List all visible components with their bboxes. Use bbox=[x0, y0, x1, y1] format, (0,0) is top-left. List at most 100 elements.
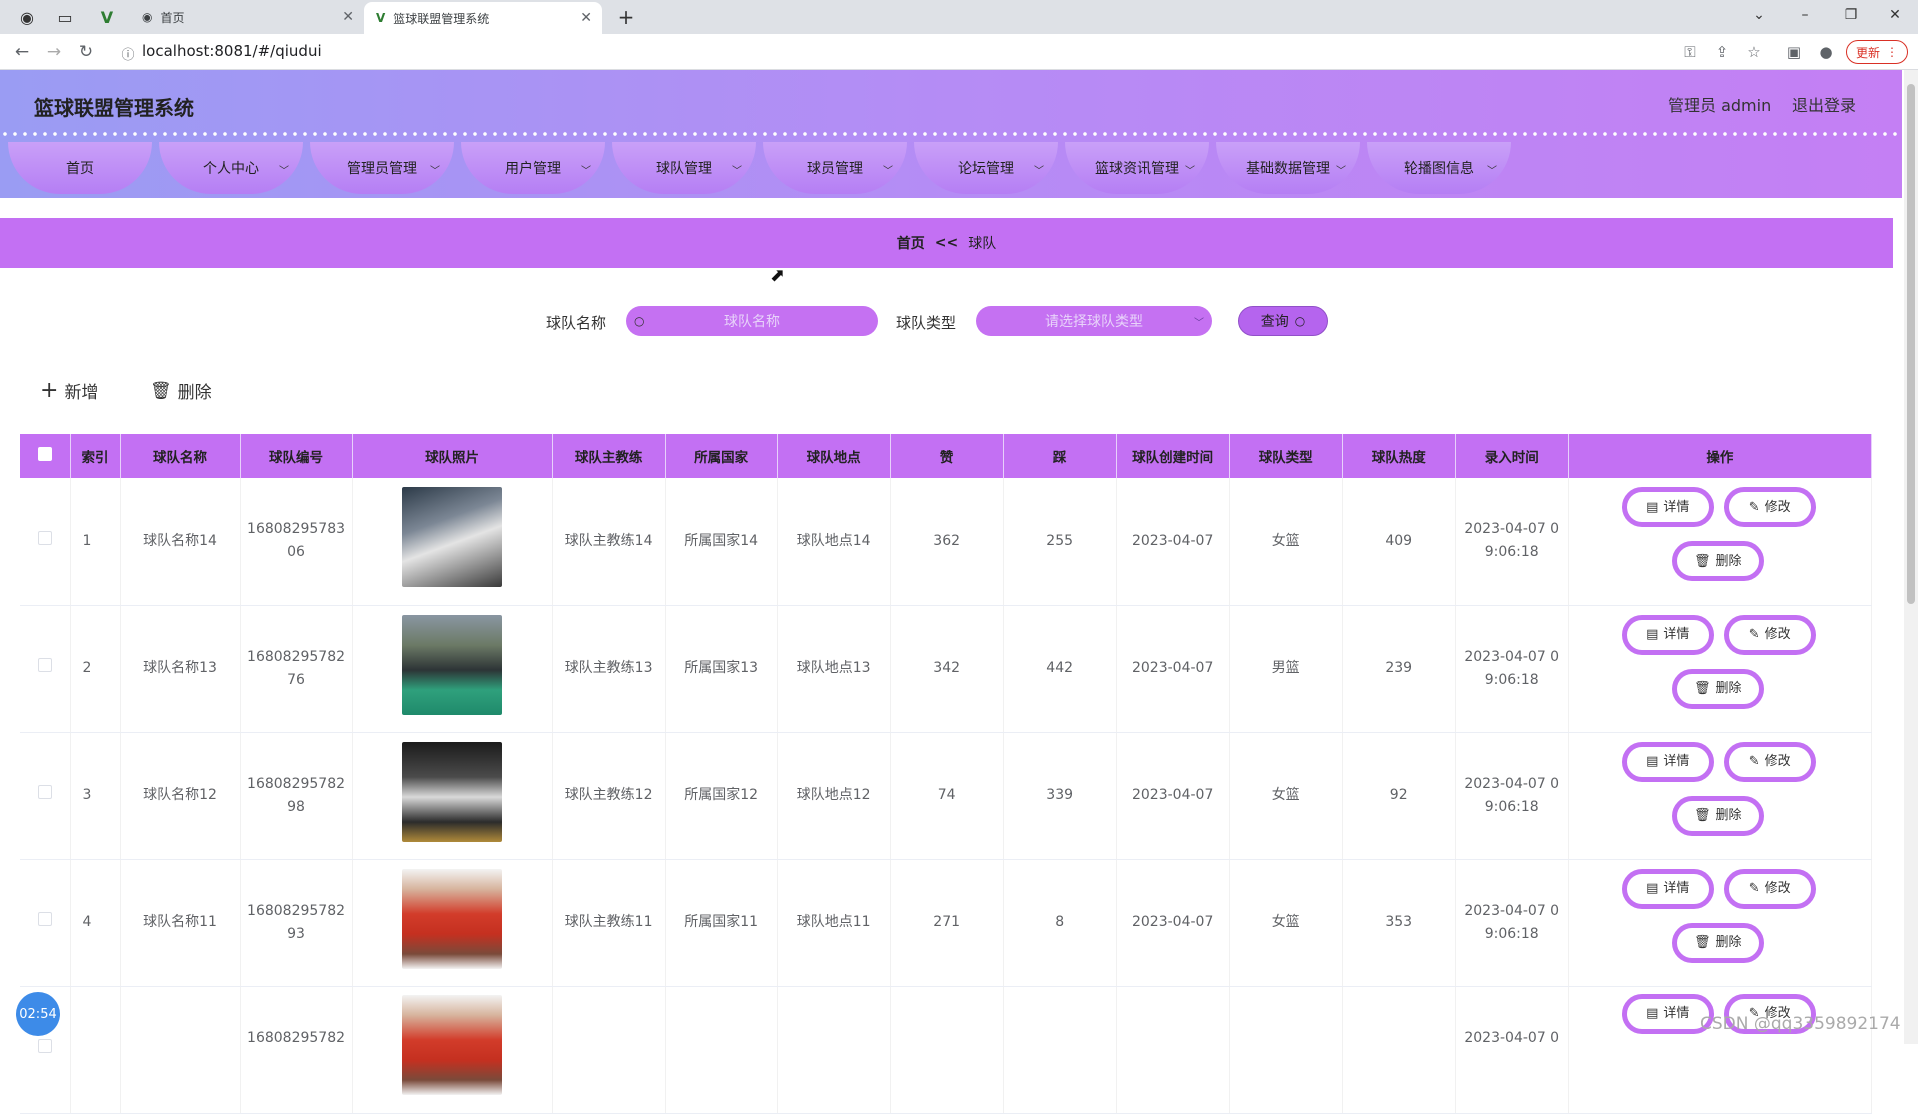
page-scrollbar[interactable] bbox=[1904, 70, 1918, 1044]
menu-item-carousel[interactable]: 轮播图信息 ﹀ bbox=[1367, 142, 1511, 194]
logout-link[interactable]: 退出登录 bbox=[1792, 92, 1856, 116]
likes-cell: 342 bbox=[890, 605, 1004, 733]
row-checkbox[interactable] bbox=[37, 658, 52, 672]
close-icon[interactable]: ✕ bbox=[342, 9, 354, 25]
menu-item-basedata[interactable]: 基础数据管理 ﹀ bbox=[1216, 142, 1360, 194]
place-cell: 球队地点13 bbox=[777, 605, 891, 733]
query-button[interactable]: 查询 ○ bbox=[1238, 306, 1328, 336]
share-icon[interactable]: ⇪ bbox=[1712, 42, 1732, 62]
info-icon[interactable]: ⓘ bbox=[118, 43, 138, 63]
update-button[interactable]: 更新 ⋮ bbox=[1846, 40, 1908, 64]
ops-cell: ▤ 详情 ✎ 修改 🗑 删除 bbox=[1568, 605, 1873, 733]
minimize-button[interactable]: – bbox=[1782, 0, 1828, 30]
code-cell: 16808295782 76 bbox=[240, 605, 353, 733]
menu-item-home[interactable]: 首页 bbox=[8, 142, 152, 194]
new-tab-button[interactable]: + bbox=[612, 0, 640, 34]
menu-item-news[interactable]: 篮球资讯管理 ﹀ bbox=[1065, 142, 1209, 194]
photo-cell bbox=[352, 859, 553, 987]
select-all-cell[interactable] bbox=[20, 434, 71, 478]
detail-button[interactable]: ▤ 详情 bbox=[1621, 614, 1714, 655]
delete-label: 删除 bbox=[1715, 553, 1742, 569]
team-photo[interactable] bbox=[402, 994, 503, 1095]
close-window-button[interactable]: ✕ bbox=[1872, 0, 1918, 30]
menu-item-forum[interactable]: 论坛管理 ﹀ bbox=[914, 142, 1058, 194]
star-icon[interactable]: ☆ bbox=[1744, 42, 1764, 62]
reload-button[interactable]: ↻ bbox=[74, 40, 98, 64]
menu-label: 球员管理 bbox=[807, 161, 863, 177]
timer-badge[interactable]: 02:54 bbox=[16, 992, 60, 1036]
entered-part: 9:06:18 bbox=[1484, 544, 1539, 561]
delete-button[interactable]: 🗑 删除 bbox=[1671, 922, 1764, 963]
batch-delete-button[interactable]: 🗑 删除 bbox=[150, 378, 212, 404]
index-cell: 1 bbox=[70, 478, 121, 606]
profile-icon[interactable]: ● bbox=[1816, 42, 1836, 62]
delete-button[interactable]: 🗑 删除 bbox=[1671, 668, 1764, 709]
select-all-checkbox[interactable] bbox=[37, 447, 52, 461]
dislikes-cell: 8 bbox=[1003, 859, 1117, 987]
row-checkbox[interactable] bbox=[37, 1039, 52, 1053]
menu-label: 论坛管理 bbox=[958, 161, 1014, 177]
menu-item-users[interactable]: 用户管理 ﹀ bbox=[461, 142, 605, 194]
tab-search-icon[interactable]: ⌄ bbox=[1736, 0, 1782, 30]
menu-item-players[interactable]: 球员管理 ﹀ bbox=[763, 142, 907, 194]
entered-part: 2023-04-07 0 bbox=[1464, 775, 1560, 792]
add-button[interactable]: + 新增 bbox=[40, 378, 98, 403]
tab-label: 首页 bbox=[160, 10, 185, 25]
chevron-down-icon: ﹀ bbox=[1336, 166, 1346, 177]
team-type-select[interactable]: 请选择球队类型 ﹀ bbox=[976, 306, 1212, 336]
edit-button[interactable]: ✎ 修改 bbox=[1723, 741, 1816, 782]
team-photo[interactable] bbox=[402, 741, 503, 842]
edit-button[interactable]: ✎ 修改 bbox=[1723, 868, 1816, 909]
delete-button[interactable]: 🗑 删除 bbox=[1671, 541, 1764, 582]
team-photo[interactable] bbox=[402, 614, 503, 715]
detail-button[interactable]: ▤ 详情 bbox=[1621, 741, 1714, 782]
entered-cell: 2023-04-07 0 bbox=[1455, 986, 1569, 1114]
row-checkbox[interactable] bbox=[37, 912, 52, 926]
edit-button[interactable]: ✎ 修改 bbox=[1723, 614, 1816, 655]
column-header: 所属国家 bbox=[665, 434, 778, 478]
menu-item-teams[interactable]: 球队管理 ﹀ bbox=[612, 142, 756, 194]
team-photo[interactable] bbox=[402, 868, 503, 969]
vue-icon: V bbox=[376, 11, 386, 25]
code-part: 98 bbox=[287, 798, 305, 815]
pencil-icon: ✎ bbox=[1748, 881, 1760, 896]
detail-button[interactable]: ▤ 详情 bbox=[1621, 868, 1714, 909]
table-row: 1 球队名称14 16808295783 06 球队主教练14 所属国家14 球队… bbox=[20, 478, 1873, 606]
globe-icon[interactable]: ◉ bbox=[14, 0, 40, 34]
edit-button[interactable]: ✎ 修改 bbox=[1723, 487, 1816, 528]
row-checkbox[interactable] bbox=[37, 530, 52, 545]
close-icon[interactable]: ✕ bbox=[580, 10, 592, 26]
created-cell: 2023-04-07 bbox=[1116, 478, 1230, 606]
back-button[interactable]: ← bbox=[10, 40, 34, 64]
row-checkbox[interactable] bbox=[37, 785, 52, 799]
code-part: 76 bbox=[287, 671, 305, 688]
browser-tab-active[interactable]: V 篮球联盟管理系统 ✕ bbox=[364, 2, 602, 34]
column-header: 球队编号 bbox=[240, 434, 353, 478]
vue-icon[interactable]: V bbox=[94, 0, 120, 34]
menu-item-admins[interactable]: 管理员管理 ﹀ bbox=[310, 142, 454, 194]
edit-label: 修改 bbox=[1764, 627, 1791, 642]
key-icon[interactable]: ⚿ bbox=[1680, 42, 1700, 62]
team-photo[interactable] bbox=[402, 487, 503, 588]
document-icon: ▤ bbox=[1646, 499, 1659, 515]
scrollbar-thumb[interactable] bbox=[1907, 84, 1915, 604]
detail-button[interactable]: ▤ 详情 bbox=[1621, 487, 1714, 528]
column-header: 赞 bbox=[890, 434, 1004, 478]
forward-button[interactable]: → bbox=[42, 40, 66, 64]
breadcrumb-home[interactable]: 首页 bbox=[897, 233, 925, 253]
heat-cell: 409 bbox=[1342, 478, 1456, 606]
plus-icon: + bbox=[40, 378, 59, 403]
blank-tab-icon[interactable]: ▭ bbox=[52, 0, 78, 34]
team-name-input[interactable]: ○ 球队名称 bbox=[626, 306, 878, 336]
team-type-placeholder: 请选择球队类型 bbox=[1045, 314, 1143, 330]
menu-item-personal[interactable]: 个人中心 ﹀ bbox=[159, 142, 303, 194]
delete-button[interactable]: 🗑 删除 bbox=[1671, 795, 1764, 836]
search-icon: ○ bbox=[1294, 314, 1306, 328]
entered-cell: 2023-04-07 0 9:06:18 bbox=[1455, 732, 1569, 860]
sidebar-icon[interactable]: ▣ bbox=[1784, 42, 1804, 62]
address-bar[interactable]: localhost:8081/#/qiudui bbox=[142, 42, 322, 60]
browser-tab-home[interactable]: ◉ 首页 ✕ bbox=[130, 0, 364, 34]
chevron-down-icon: ﹀ bbox=[1185, 166, 1195, 177]
column-header: 球队名称 bbox=[120, 434, 241, 478]
restore-button[interactable]: ❐ bbox=[1828, 0, 1874, 30]
